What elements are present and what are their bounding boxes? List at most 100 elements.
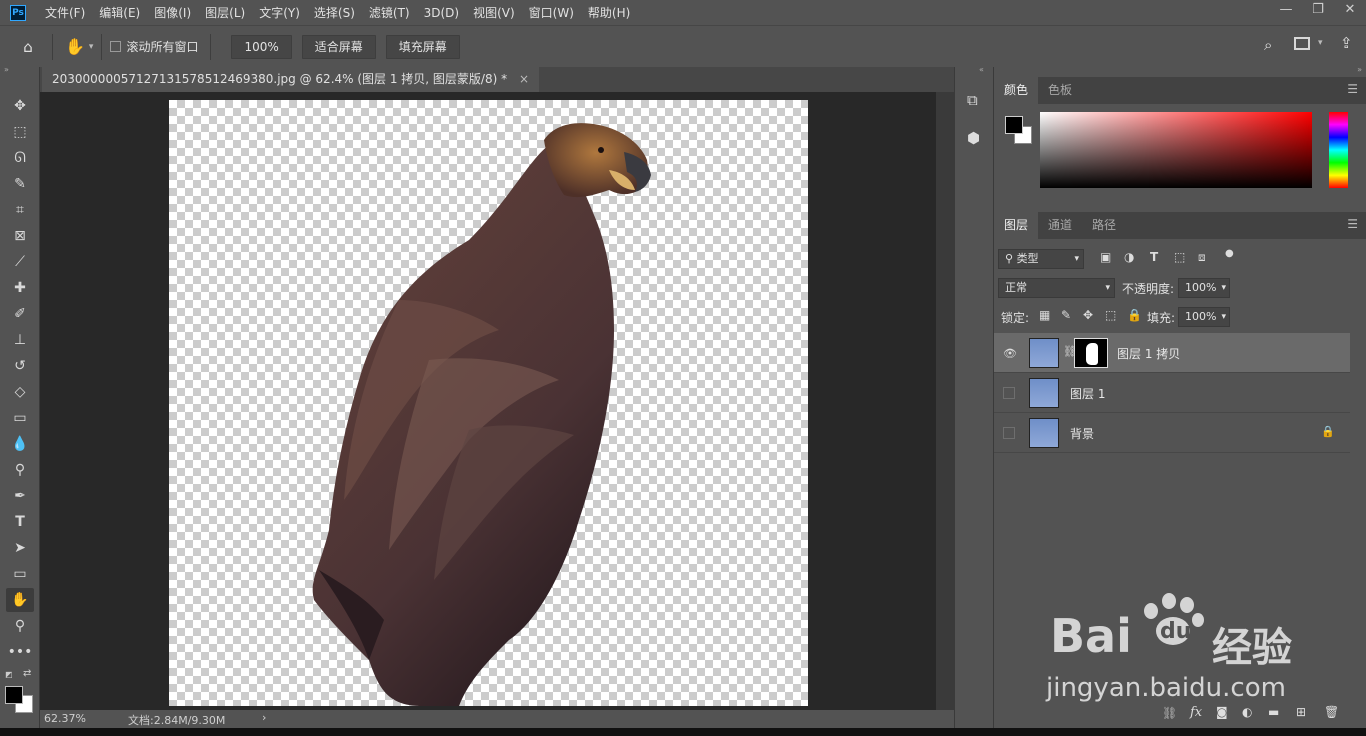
fill-input[interactable]: 100% ▾ [1178,307,1230,327]
shape-filter-icon[interactable]: ⬚ [1174,250,1185,264]
fill-screen-button[interactable]: 填充屏幕 [385,34,460,59]
chevron-down-icon[interactable]: ▾ [89,42,94,52]
vertical-scrollbar[interactable] [936,92,954,710]
dodge-tool-icon[interactable]: ⚲ [6,458,34,482]
close-button[interactable]: ✕ [1334,0,1366,22]
panel-menu-icon[interactable]: ☰ [1347,217,1358,231]
menu-window[interactable]: 窗口(W) [522,4,581,21]
visibility-toggle[interactable] [1003,427,1015,439]
document-canvas[interactable] [169,100,808,706]
crop-tool-icon[interactable]: ⌗ [6,198,34,222]
gradient-tool-icon[interactable]: ▭ [6,406,34,430]
blur-tool-icon[interactable]: 💧 [6,432,34,456]
new-group-icon[interactable]: ▬ [1268,705,1279,719]
tab-channels[interactable]: 通道 [1038,212,1082,239]
visibility-toggle[interactable] [1003,387,1015,399]
layer-filter-select[interactable]: ⚲ 类型 ▾ [998,249,1084,269]
color-field[interactable] [1040,112,1312,188]
filter-toggle-icon[interactable]: ● [1225,248,1234,259]
close-tab-icon[interactable]: × [519,72,529,86]
collapse-icon[interactable]: » [1357,65,1362,74]
tab-paths[interactable]: 路径 [1082,212,1126,239]
adjustment-filter-icon[interactable]: ◑ [1124,250,1134,264]
menu-image[interactable]: 图像(I) [147,4,198,21]
zoom-tool-icon[interactable]: ⚲ [6,614,34,638]
marquee-tool-icon[interactable]: ⬚ [6,120,34,144]
hue-slider[interactable] [1329,112,1348,188]
home-icon[interactable]: ⌂ [18,38,38,56]
document-tab[interactable]: 20300000057127131578512469380.jpg @ 62.4… [42,67,539,92]
lock-all-icon[interactable]: 🔒 [1127,308,1142,322]
lock-artboard-icon[interactable]: ⬚ [1105,308,1116,322]
chevron-down-icon[interactable]: ▾ [1318,38,1323,48]
lasso-tool-icon[interactable]: ᘏ [6,146,34,170]
eyedropper-tool-icon[interactable]: ⟋ [6,250,34,274]
menu-filter[interactable]: 滤镜(T) [362,4,417,21]
foreground-color-swatch[interactable] [5,686,23,704]
minimize-button[interactable]: — [1270,0,1302,22]
blend-mode-select[interactable]: 正常 ▾ [998,278,1115,298]
frame-tool-icon[interactable]: ⊠ [6,224,34,248]
history-brush-tool-icon[interactable]: ↺ [6,354,34,378]
type-tool-icon[interactable]: T [6,510,34,534]
search-icon[interactable]: ⌕ [1264,36,1272,54]
more-tools-icon[interactable]: ••• [6,640,34,664]
workspace-icon[interactable] [1294,37,1310,50]
layer-row[interactable]: 背景 🔒 [994,413,1350,453]
brush-tool-icon[interactable]: ✐ [6,302,34,326]
panel-menu-icon[interactable]: ☰ [1347,82,1358,96]
eraser-tool-icon[interactable]: ◇ [6,380,34,404]
move-tool-icon[interactable]: ✥ [6,94,34,118]
pen-tool-icon[interactable]: ✒ [6,484,34,508]
quick-select-tool-icon[interactable]: ✎ [6,172,34,196]
menu-select[interactable]: 选择(S) [307,4,362,21]
layer-name[interactable]: 图层 1 拷贝 [1117,345,1180,362]
layer-row[interactable]: 图层 1 [994,373,1350,413]
menu-layer[interactable]: 图层(L) [198,4,252,21]
tab-swatches[interactable]: 色板 [1038,77,1082,104]
status-expand-arrow[interactable]: › [262,711,266,724]
restore-button[interactable]: ❐ [1302,0,1334,22]
fit-screen-button[interactable]: 适合屏幕 [301,34,376,59]
layer-name[interactable]: 图层 1 [1070,385,1105,402]
add-mask-icon[interactable]: ◙ [1216,705,1228,719]
swap-colors-icon[interactable]: ⇄ [23,668,31,679]
tab-layers[interactable]: 图层 [994,212,1039,239]
opacity-input[interactable]: 100% ▾ [1178,278,1230,298]
tab-color[interactable]: 颜色 [994,77,1039,104]
lock-transparent-icon[interactable]: ▦ [1039,308,1050,322]
hand-tool-icon[interactable]: ✋ [65,37,85,56]
menu-edit[interactable]: 编辑(E) [92,4,147,21]
default-colors-icon[interactable]: ◩ [5,670,13,679]
type-filter-icon[interactable]: T [1150,250,1158,264]
link-layers-icon[interactable]: ⛓ [1162,706,1177,720]
hand-tool-icon[interactable]: ✋ [6,588,34,612]
menu-3d[interactable]: 3D(D) [417,6,466,20]
3d-icon[interactable]: ⬢ [967,129,980,147]
share-icon[interactable]: ⇪ [1340,34,1353,52]
smart-object-filter-icon[interactable]: ⧈ [1198,250,1206,265]
zoom-100-button[interactable]: 100% [231,34,292,59]
stamp-tool-icon[interactable]: ⊥ [6,328,34,352]
menu-type[interactable]: 文字(Y) [252,4,307,21]
new-layer-icon[interactable]: ⊞ [1296,705,1306,719]
eye-icon[interactable]: 👁 [1003,347,1017,360]
collapse-icon[interactable]: » [4,65,9,74]
scroll-all-checkbox[interactable] [110,41,122,52]
delete-layer-icon[interactable]: 🗑 [1324,705,1339,719]
zoom-readout[interactable]: 62.37% [44,712,86,725]
lock-position-icon[interactable]: ✥ [1083,308,1093,322]
layer-row[interactable]: 👁 ⛓ 图层 1 拷贝 [994,333,1350,373]
adjustment-layer-icon[interactable]: ◐ [1242,705,1252,719]
foreground-color-swatch[interactable] [1005,116,1023,134]
layer-name[interactable]: 背景 [1070,425,1094,442]
menu-file[interactable]: 文件(F) [38,4,92,21]
path-select-tool-icon[interactable]: ➤ [6,536,34,560]
healing-brush-tool-icon[interactable]: ✚ [6,276,34,300]
menu-view[interactable]: 视图(V) [466,4,522,21]
collapse-icon[interactable]: « [979,65,984,74]
history-icon[interactable]: ⧉ [967,91,978,109]
pixel-filter-icon[interactable]: ▣ [1100,250,1111,264]
fx-button[interactable]: fx [1190,705,1202,720]
rectangle-tool-icon[interactable]: ▭ [6,562,34,586]
